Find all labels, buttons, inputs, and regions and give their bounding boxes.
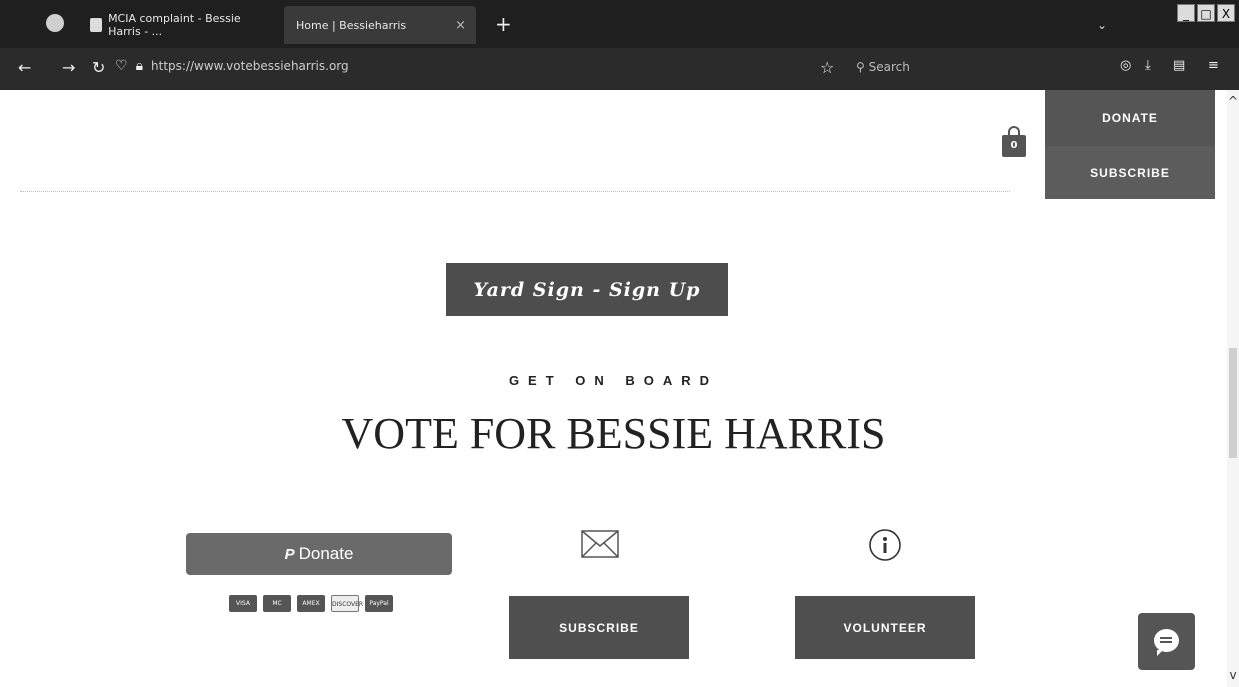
search-icon: ⚲ [856,60,869,74]
tab-mcia-complaint[interactable]: MCIA complaint - Bessie Harris - ... [82,6,272,44]
paypal-icon: P [284,545,295,563]
reader-view-icon[interactable]: ▤ [1173,58,1185,73]
forward-icon[interactable]: → [62,58,75,77]
visa-card-icon: VISA [229,595,257,612]
mail-icon[interactable] [581,530,619,558]
search-placeholder: Search [868,60,910,74]
header-subscribe-button[interactable]: SUBSCRIBE [1045,146,1215,199]
tab-home-bessieharris[interactable]: Home | Bessieharris × [284,6,476,44]
bookmark-star-icon[interactable]: ☆ [820,58,834,77]
lock-icon[interactable]: 🔒︎ [136,58,143,74]
address-bar[interactable]: ♡ 🔒︎ https://www.votebessieharris.org [115,58,349,74]
cart-icon[interactable]: 0 [1002,126,1026,158]
tab-favicon-icon [90,18,103,32]
header-donate-button[interactable]: DONATE [1045,90,1215,146]
mastercard-icon: MC [263,595,291,612]
menu-icon[interactable]: ≡ [1208,58,1219,73]
browser-window: MCIA complaint - Bessie Harris - ... Hom… [0,0,1239,687]
chat-lines [1160,637,1172,639]
pocket-icon[interactable]: ◎ [1120,58,1131,73]
tab-strip: MCIA complaint - Bessie Harris - ... Hom… [0,0,1239,48]
cart-count: 0 [1010,140,1018,151]
info-icon[interactable] [868,528,902,562]
paypal-card-icon: PayPal [365,595,393,612]
tab-label: Home | Bessieharris [296,18,407,32]
close-window-button[interactable]: X [1217,4,1235,22]
page-title: VOTE FOR BESSIE HARRIS [341,409,886,458]
paypal-donate-label: Donate [298,544,354,563]
minimize-button[interactable]: _ [1177,4,1195,22]
url-text[interactable]: https://www.votebessieharris.org [151,59,349,73]
discover-card-icon: DISCOVER [331,595,363,612]
scroll-down-icon[interactable]: v [1227,668,1239,682]
payment-cards: VISA MC AMEX DISCOVER PayPal [229,595,393,612]
reload-icon[interactable]: ↻ [92,58,105,77]
maximize-button[interactable]: □ [1197,4,1215,22]
chat-icon [1154,629,1179,656]
eyebrow-text: GET ON BOARD [508,373,719,388]
list-all-tabs-icon[interactable]: ⌄ [1097,18,1107,32]
subscribe-button[interactable]: SUBSCRIBE [509,596,689,659]
back-icon[interactable]: ← [18,58,31,77]
scrollbar-thumb[interactable] [1229,348,1237,458]
yard-sign-button[interactable]: Yard Sign - Sign Up [446,263,728,316]
scroll-up-icon[interactable]: ^ [1227,94,1239,108]
new-tab-button[interactable]: + [495,12,512,36]
amex-card-icon: AMEX [297,595,325,612]
tab-label: MCIA complaint - Bessie Harris - ... [108,12,241,38]
chat-button[interactable] [1138,613,1195,670]
window-controls: _ □ X [1177,4,1235,22]
tab-close-icon[interactable]: × [455,18,466,33]
web-page: 0 DONATE SUBSCRIBE Yard Sign - Sign Up G… [0,90,1227,687]
shield-icon[interactable]: ♡ [115,58,128,74]
download-icon[interactable]: ⤓ [1145,58,1151,73]
search-input[interactable]: ⚲ Search [856,60,910,74]
browser-app-icon[interactable] [46,14,64,32]
header-divider [20,191,1010,192]
paypal-donate-button[interactable]: P Donate [186,533,452,575]
navigation-toolbar: ← → ↻ ♡ 🔒︎ https://www.votebessieharris.… [0,48,1239,90]
volunteer-button[interactable]: VOLUNTEER [795,596,975,659]
